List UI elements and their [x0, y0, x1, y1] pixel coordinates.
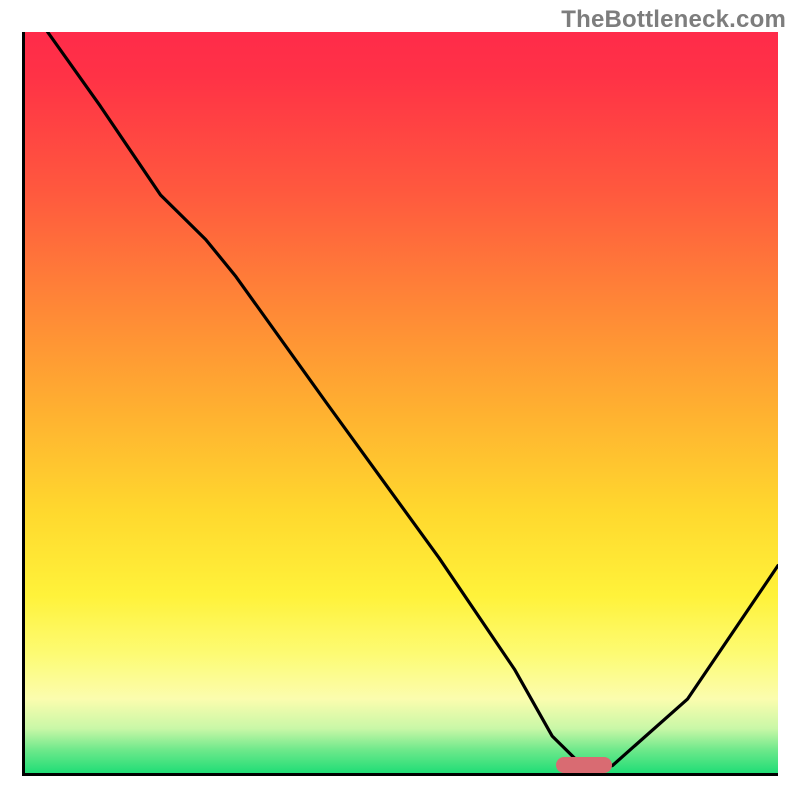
- chart-container: TheBottleneck.com: [0, 0, 800, 800]
- bottleneck-curve: [48, 32, 778, 766]
- watermark-text: TheBottleneck.com: [561, 6, 786, 34]
- plot-area: [22, 32, 778, 776]
- optimal-point-marker: [556, 757, 612, 773]
- curve-layer: [25, 32, 778, 773]
